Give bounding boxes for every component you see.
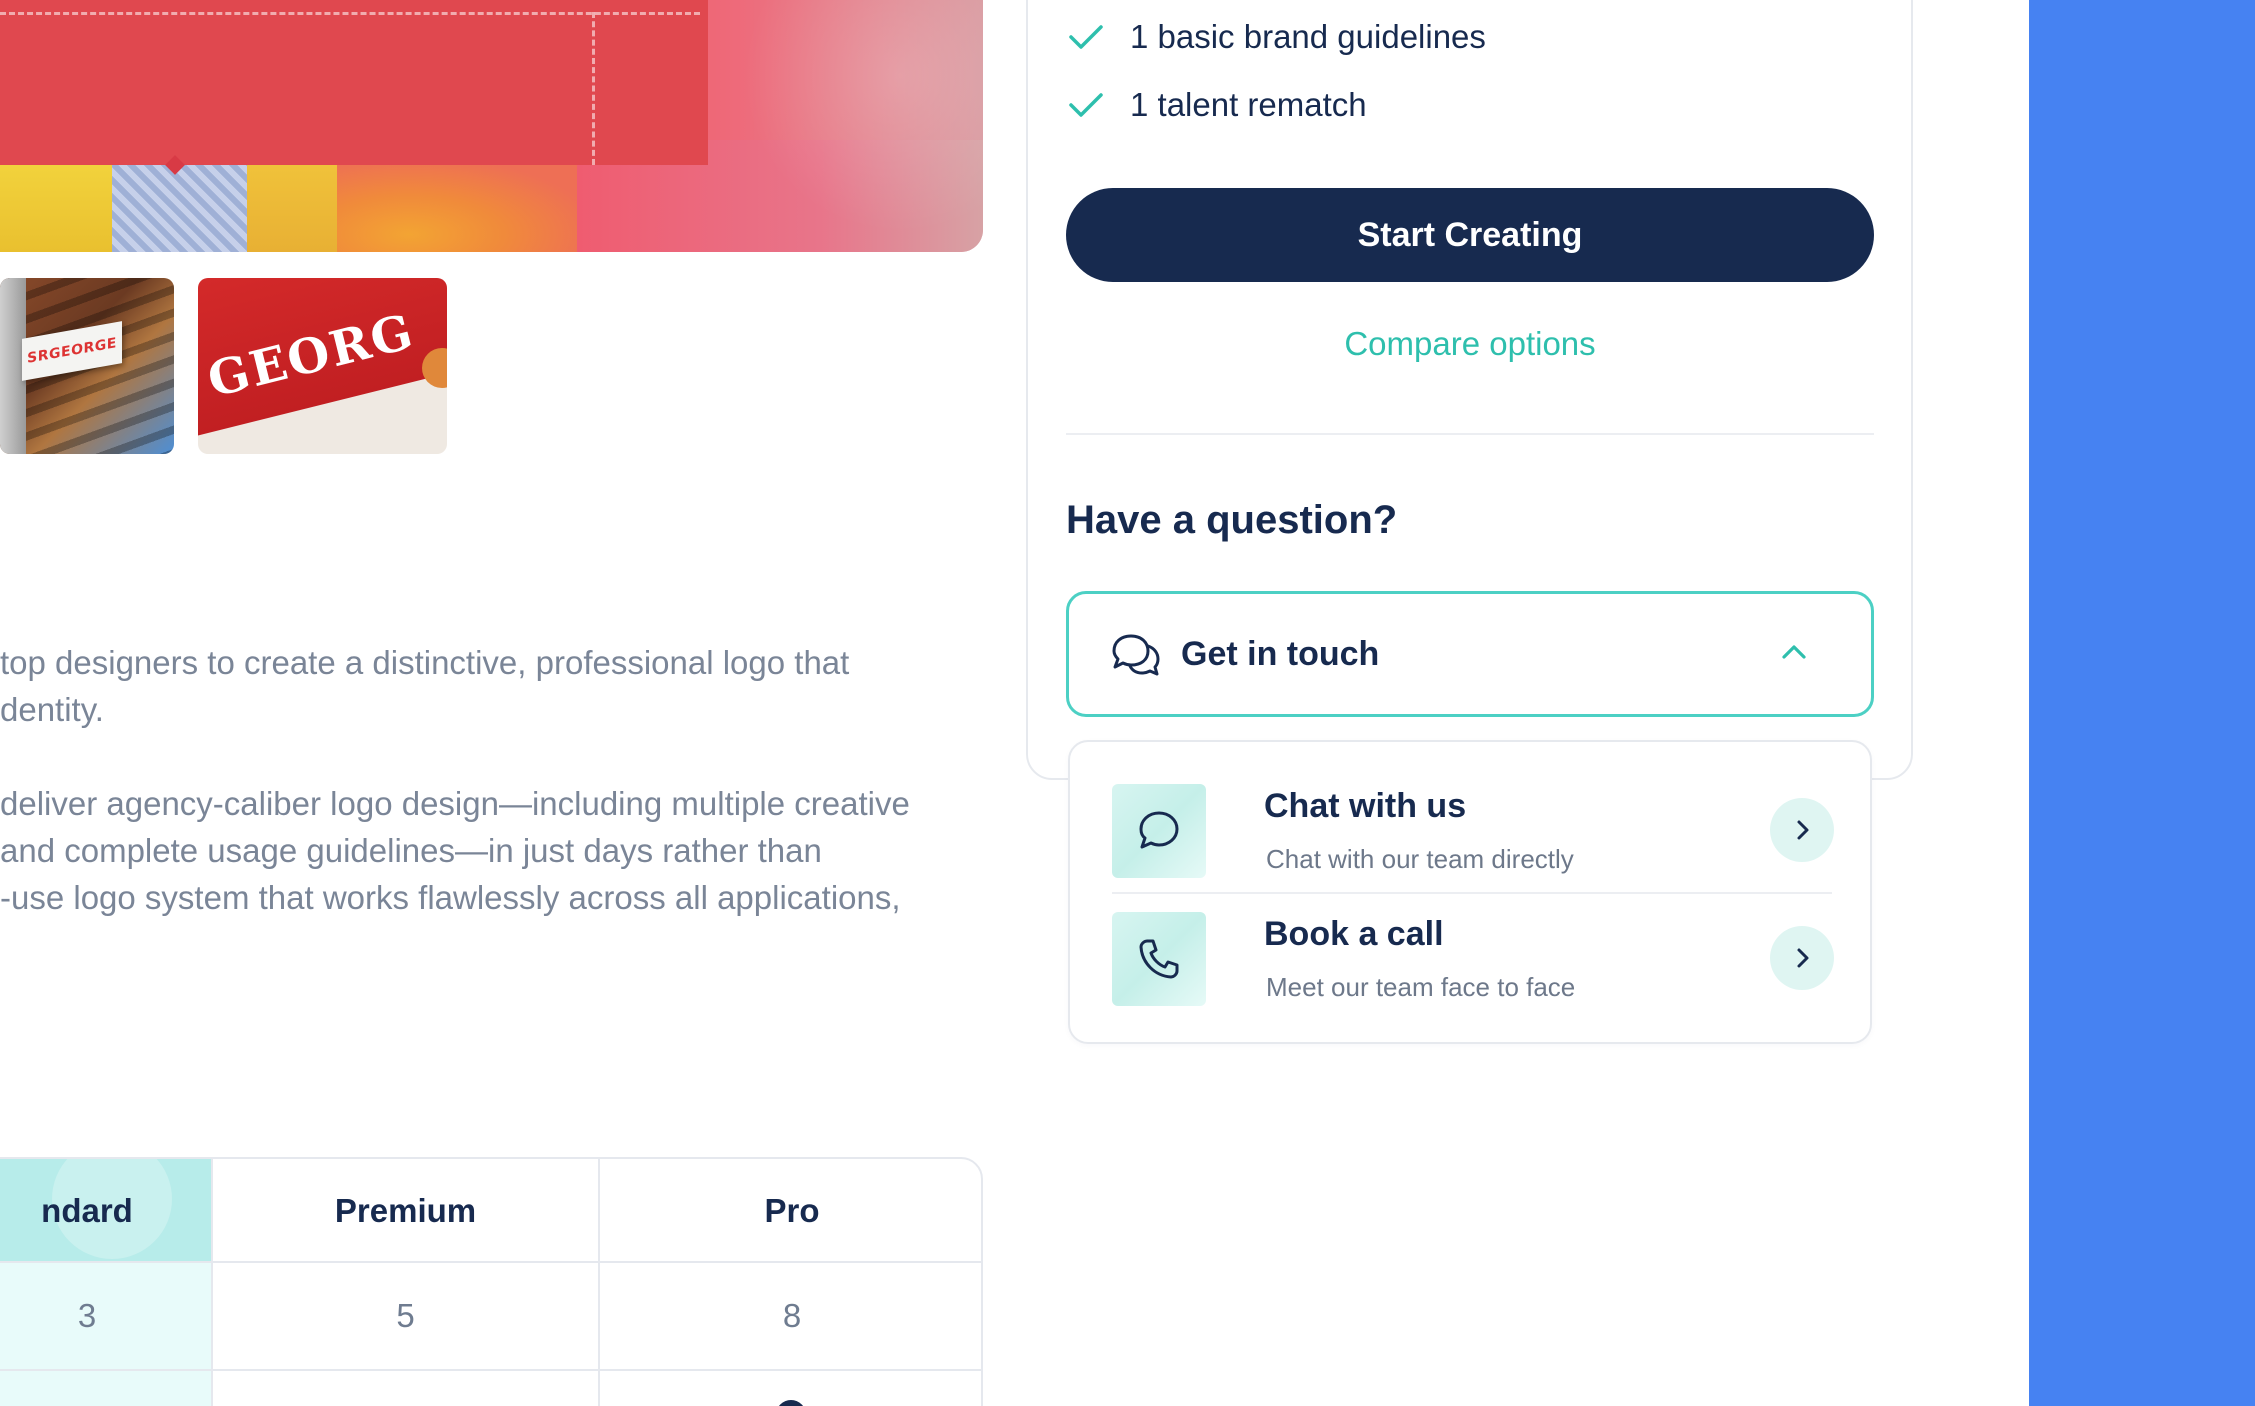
feature-label: 1 talent rematch (1130, 86, 1367, 123)
book-a-call-arrow-button[interactable] (1770, 926, 1834, 990)
chat-with-us-option[interactable]: Chat with us Chat with our team directly (1112, 784, 1834, 904)
book-a-call-option[interactable]: Book a call Meet our team face to face (1112, 912, 1834, 1032)
question-heading: Have a question? (1066, 498, 1398, 542)
option-divider (1112, 892, 1832, 894)
table-header-pro: Pro (764, 1192, 820, 1229)
contact-options-dropdown: Chat with us Chat with our team directly… (1068, 740, 1872, 1044)
description-line: deliver agency-caliber logo design—inclu… (0, 785, 910, 822)
gallery-thumbnail-red-packaging[interactable]: GEORG (198, 278, 447, 454)
feature-item: 1 basic brand guidelines (1068, 18, 1486, 56)
compare-options-link[interactable]: Compare options (1066, 325, 1874, 363)
description-line: and complete usage guidelines—in just da… (0, 832, 822, 869)
option-subtitle: Chat with our team directly (1266, 844, 1574, 874)
table-header-standard: ndard (0, 1159, 212, 1263)
package-comparison-table: ndard Premium Pro 3 5 8 (0, 1157, 983, 1406)
table-cell: 3 (0, 1263, 212, 1369)
side-panel-strip (2029, 0, 2255, 1406)
table-cell: 8 (782, 1297, 802, 1334)
option-title: Book a call (1264, 915, 1444, 953)
hero-red-panel (0, 0, 708, 165)
call-option-icon-tile (1112, 912, 1206, 1006)
card-divider (1066, 433, 1874, 435)
table-header-label: ndard (41, 1192, 133, 1229)
table-header-premium: Premium (334, 1192, 477, 1229)
check-icon (1069, 93, 1103, 117)
page-root: SRGEORGE GEORG top designers to create a… (0, 0, 2255, 1406)
get-in-touch-toggle[interactable]: Get in touch (1066, 591, 1874, 717)
phone-icon (1139, 939, 1179, 979)
chevron-right-icon (1797, 948, 1809, 968)
start-creating-button[interactable]: Start Creating (1066, 188, 1874, 282)
description-line: -use logo system that works flawlessly a… (0, 879, 901, 916)
table-cell: 5 (396, 1297, 415, 1334)
table-cell (0, 1371, 212, 1406)
description-line: top designers to create a distinctive, p… (0, 644, 850, 681)
gallery-thumbnail-storefront-sign[interactable]: SRGEORGE (0, 278, 174, 454)
feature-label: 1 basic brand guidelines (1130, 18, 1486, 55)
chevron-up-icon (1782, 645, 1806, 659)
chat-bubble-icon (1139, 811, 1179, 849)
hero-image (0, 0, 983, 252)
chevron-right-icon (1797, 820, 1809, 840)
option-title: Chat with us (1264, 787, 1467, 825)
description-line: dentity. (0, 691, 104, 728)
feature-item: 1 talent rematch (1068, 86, 1367, 124)
get-in-touch-label: Get in touch (1181, 634, 1380, 673)
option-subtitle: Meet our team face to face (1266, 972, 1576, 1002)
chat-with-us-arrow-button[interactable] (1770, 798, 1834, 862)
conversation-bubbles-icon (1112, 634, 1160, 676)
chat-option-icon-tile (1112, 784, 1206, 878)
check-icon (1069, 25, 1103, 49)
